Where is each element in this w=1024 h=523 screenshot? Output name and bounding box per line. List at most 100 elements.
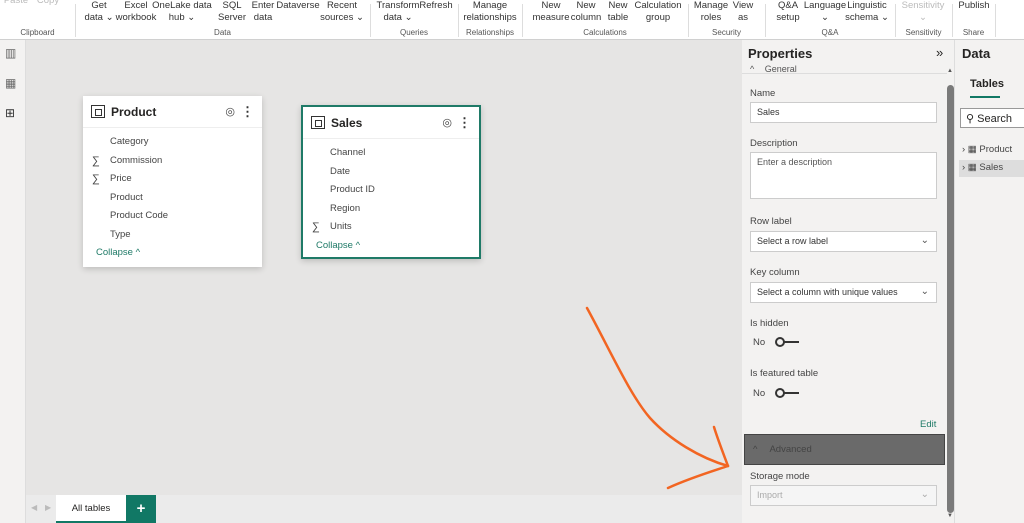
ribbon-button-linguistic-schema[interactable]: Linguistic schema ⌄ [837,0,897,24]
group-label-queries: Queries [399,28,428,37]
group-label-sensitivity: Sensitivity [905,28,942,37]
tab-all-tables[interactable]: All tables [56,495,126,523]
more-options-icon[interactable]: ⋮ [241,104,254,120]
item-label: Product [979,144,1013,155]
group-divider [995,4,996,37]
field-item[interactable]: Channel [303,144,479,163]
field-name: Product Code [110,210,169,221]
chevron-down-icon: ⌄ [920,235,929,246]
search-input[interactable]: ⚲ Search [960,108,1024,128]
field-item[interactable]: Type [83,226,262,245]
model-canvas[interactable]: Product ◎ ⋮ Category ∑ Commission ∑ Price Produc… [26,40,742,495]
data-pane: Data Tables ⚲ Search › ▦ Product › ▦ Sal… [955,40,1024,523]
data-pane-title: Data [962,46,991,61]
key-column-label: Key column [750,267,800,278]
group-label-calculations: Calculations [583,28,627,37]
collapse-link[interactable]: Collapse ^ [303,240,479,251]
row-label-select[interactable]: Select a row label ⌄ [750,231,937,252]
table-icon [91,105,105,118]
table-view-icon[interactable]: ▦ [5,77,19,89]
bottom-tab-bar: ◀ ▶ All tables + [26,495,742,523]
report-view-icon[interactable]: ▥ [5,47,19,59]
field-item[interactable]: Date [303,163,479,182]
search-placeholder: Search [977,113,1012,125]
is-hidden-toggle[interactable] [775,337,799,347]
field-item[interactable]: ∑ Units [303,218,479,237]
scrollbar[interactable]: ▲ ▼ [946,68,954,523]
more-options-icon[interactable]: ⋮ [458,115,471,131]
left-nav: ▥ ▦ ⊞ [0,40,26,523]
table-card-product[interactable]: Product ◎ ⋮ Category ∑ Commission ∑ Price Produc… [83,96,262,267]
properties-title: Properties [748,46,813,61]
eye-icon[interactable]: ◎ [225,105,235,118]
ribbon-button-refresh[interactable]: Refresh [406,0,466,12]
row-label-label: Row label [750,216,792,227]
field-name: Price [110,173,132,184]
group-label-relationships: Relationships [465,28,515,37]
field-name: Product ID [330,184,375,195]
scroll-right-icon[interactable]: ▶ [45,503,51,512]
field-name: Commission [110,154,163,166]
edit-link[interactable]: Edit [920,419,936,430]
tab-tables[interactable]: Tables [970,78,1004,90]
button-label: data [253,12,273,23]
field-item[interactable]: Category [83,133,262,152]
table-name: Product [111,104,157,119]
group-label-data: Data [214,28,231,37]
is-featured-label: Is featured table [750,368,819,379]
add-layout-button[interactable]: + [126,495,156,523]
search-icon: ⚲ [966,113,975,125]
card-header[interactable]: Sales ◎ ⋮ [303,107,479,139]
field-name: Region [330,202,361,214]
collapse-link[interactable]: Collapse ^ [83,247,262,258]
ribbon-button-recent-sources[interactable]: Recent sources ⌄ [312,0,372,24]
button-label: Refresh [419,0,453,11]
field-item[interactable]: Product Code [83,207,262,226]
field-item[interactable]: Region [303,200,479,219]
data-item-sales[interactable]: › ▦ Sales [959,160,1024,177]
button-label: Calculation [634,0,682,11]
field-item[interactable]: Product ID [303,181,479,200]
description-input[interactable]: Enter a description [750,152,937,199]
field-name: Category [110,136,149,147]
sigma-icon: ∑ [92,173,100,185]
general-section-header[interactable]: ^ General [750,64,797,73]
table-card-sales[interactable]: Sales ◎ ⋮ Channel Date Product ID Region ∑ Units… [301,105,481,259]
card-header[interactable]: Product ◎ ⋮ [83,96,262,128]
data-item-product[interactable]: › ▦ Product [962,144,1012,155]
key-column-select[interactable]: Select a column with unique values ⌄ [750,282,937,303]
sigma-icon: ∑ [92,154,100,167]
field-item[interactable]: ∑ Price [83,170,262,189]
properties-pane: Properties » ^ General Name Sales Descri… [742,40,955,523]
is-featured-value: No [753,388,766,399]
field-item[interactable]: Product [83,189,262,208]
ribbon-button-calculation-group[interactable]: Calculation group [628,0,688,24]
chevron-down-icon: ⌄ [920,286,929,297]
description-label: Description [750,138,798,149]
collapse-pane-icon[interactable]: » [936,45,943,60]
chevron-down-icon: ⌄ [920,489,929,500]
model-view-icon[interactable]: ⊞ [5,107,19,119]
group-label-share: Share [962,28,985,37]
group-label-clipboard: Clipboard [20,28,55,37]
is-featured-toggle[interactable] [775,388,799,398]
name-input[interactable]: Sales [750,102,937,123]
storage-mode-label: Storage mode [750,471,810,482]
button-label: data ⌄ [383,12,413,23]
key-column-placeholder: Select a column with unique values [757,287,898,297]
sigma-icon: ∑ [312,221,320,233]
field-name: Date [330,165,351,177]
button-label: Manage [472,0,508,11]
field-item[interactable]: ∑ Commission [83,152,262,171]
ribbon-button-manage-relationships[interactable]: Manage relationships [460,0,520,24]
storage-mode-select[interactable]: Import ⌄ [750,485,937,506]
scroll-left-icon[interactable]: ◀ [31,503,37,512]
eye-icon[interactable]: ◎ [442,116,452,129]
advanced-section-header[interactable]: ^ Advanced [744,434,945,465]
ribbon: Paste Copy Get data ⌄ Excel workbook OneLake d… [0,0,1024,40]
field-name: Units [330,221,352,232]
group-label-q-a: Q&A [821,28,839,37]
scrollbar-thumb[interactable] [947,85,954,513]
button-label: sources ⌄ [320,12,364,23]
field-name: Channel [330,147,366,158]
